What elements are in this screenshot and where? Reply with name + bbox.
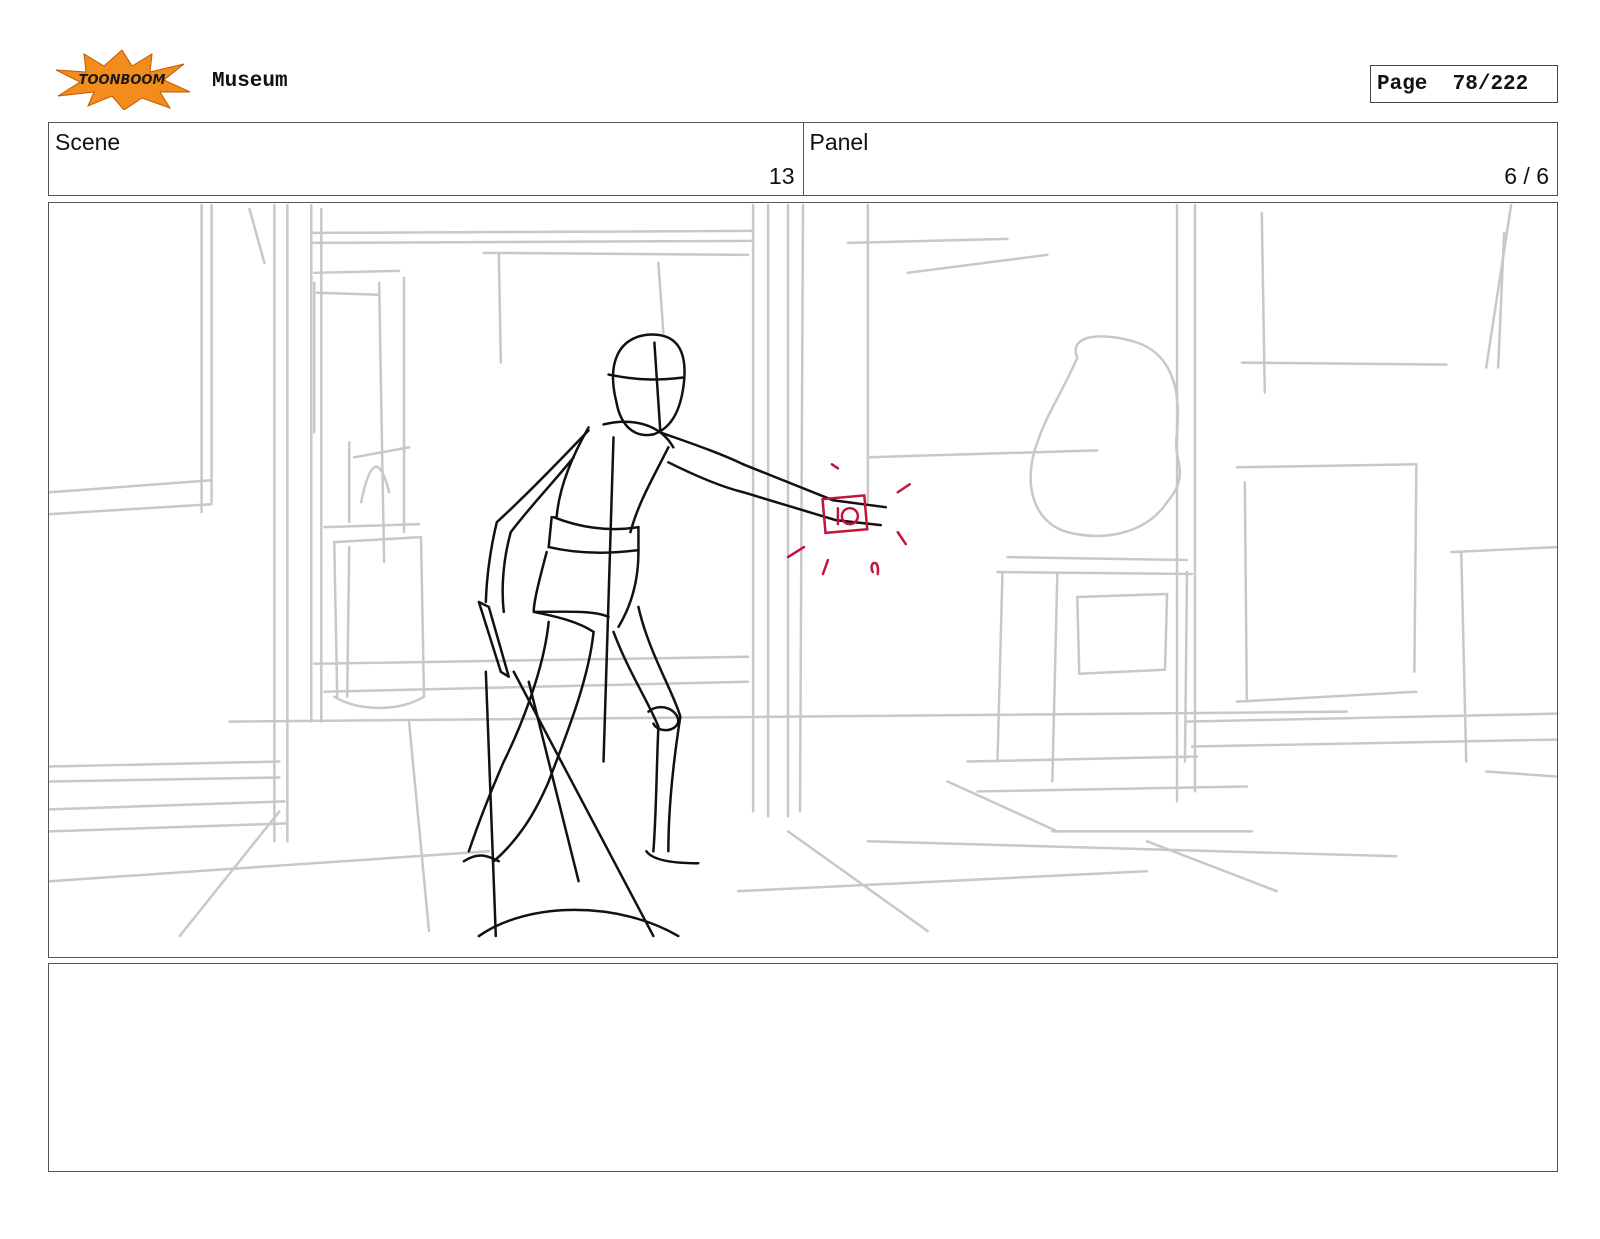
page-indicator: Page 78/222 [1370, 65, 1558, 103]
glowing-object-sketch [786, 463, 911, 576]
panel-number: 6 / 6 [1504, 163, 1549, 189]
scene-cell: Scene 13 [49, 123, 803, 195]
scene-label: Scene [55, 129, 121, 155]
panel-cell: Panel 6 / 6 [802, 123, 1558, 195]
background-room-sketch [49, 203, 1557, 938]
project-title: Museum [212, 70, 288, 93]
scene-number: 13 [768, 163, 795, 189]
panel-notes-area [48, 963, 1558, 1172]
page-number: 78/222 [1452, 72, 1529, 96]
storyboard-panel [48, 202, 1558, 958]
toonboom-logo: TOONBOOM [52, 48, 192, 111]
logo-text: TOONBOOM [78, 73, 166, 88]
character-figure-sketch [462, 333, 888, 938]
museum-sketch-image [49, 203, 1557, 938]
scene-panel-info: Scene 13 Panel 6 / 6 [48, 122, 1558, 196]
panel-label: Panel [809, 129, 869, 155]
page-label: Page [1377, 72, 1428, 96]
